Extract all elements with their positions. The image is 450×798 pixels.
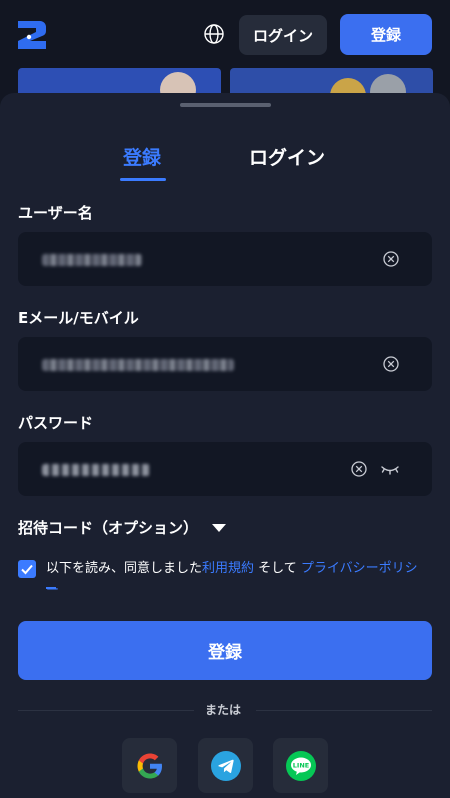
divider-line-left xyxy=(18,710,194,711)
agreement-text: 以下を読み、同意しました利用規約 そして プライバシーポリシー xyxy=(46,558,426,602)
sheet-drag-handle[interactable] xyxy=(180,103,271,107)
email-field[interactable] xyxy=(18,337,432,391)
password-value-masked xyxy=(42,464,150,476)
password-label: パスワード xyxy=(18,414,94,432)
line-icon-text: LINE xyxy=(292,761,308,769)
agree-checkbox[interactable] xyxy=(18,560,36,578)
eye-closed-icon[interactable] xyxy=(380,461,400,477)
privacy-link-continuation xyxy=(46,587,56,589)
telegram-login-button[interactable] xyxy=(198,738,253,793)
tab-login[interactable]: ログイン xyxy=(249,143,325,170)
referral-code-toggle[interactable]: 招待コード（オプション） xyxy=(18,517,227,538)
terms-link[interactable]: 利用規約 xyxy=(202,561,254,576)
header-login-button[interactable]: ログイン xyxy=(239,15,327,55)
clear-icon[interactable] xyxy=(350,460,368,478)
clear-icon[interactable] xyxy=(382,355,400,373)
username-label: ユーザー名 xyxy=(18,204,93,222)
divider-line-right xyxy=(256,710,432,711)
caret-down-icon xyxy=(212,523,227,532)
agree-prefix: 以下を読み、同意しました xyxy=(46,561,203,576)
brand-logo-icon[interactable] xyxy=(16,17,48,51)
referral-label: 招待コード（オプション） xyxy=(18,519,199,537)
username-field[interactable] xyxy=(18,232,432,286)
globe-icon[interactable] xyxy=(202,22,226,46)
active-tab-indicator xyxy=(120,178,166,181)
top-bar: ログイン 登録 xyxy=(0,0,450,68)
telegram-icon xyxy=(210,750,241,781)
password-field[interactable] xyxy=(18,442,432,496)
clear-icon[interactable] xyxy=(382,250,400,268)
register-submit-button[interactable]: 登録 xyxy=(18,621,432,680)
agree-and: そして xyxy=(254,561,301,576)
register-sheet: 登録 ログイン ユーザー名 Eメール/モバイル パスワード 招待コード（オプショ… xyxy=(0,93,450,798)
email-value-blurred xyxy=(42,359,234,371)
divider-or-label: または xyxy=(205,703,242,717)
tab-register[interactable]: 登録 xyxy=(123,143,161,170)
google-login-button[interactable] xyxy=(122,738,177,793)
checkmark-icon xyxy=(21,564,33,575)
line-icon: LINE xyxy=(285,750,316,781)
line-login-button[interactable]: LINE xyxy=(273,738,328,793)
username-value-blurred xyxy=(42,254,142,266)
header-register-button[interactable]: 登録 xyxy=(340,14,432,55)
email-label: Eメール/モバイル xyxy=(18,309,139,327)
google-icon xyxy=(137,753,162,778)
